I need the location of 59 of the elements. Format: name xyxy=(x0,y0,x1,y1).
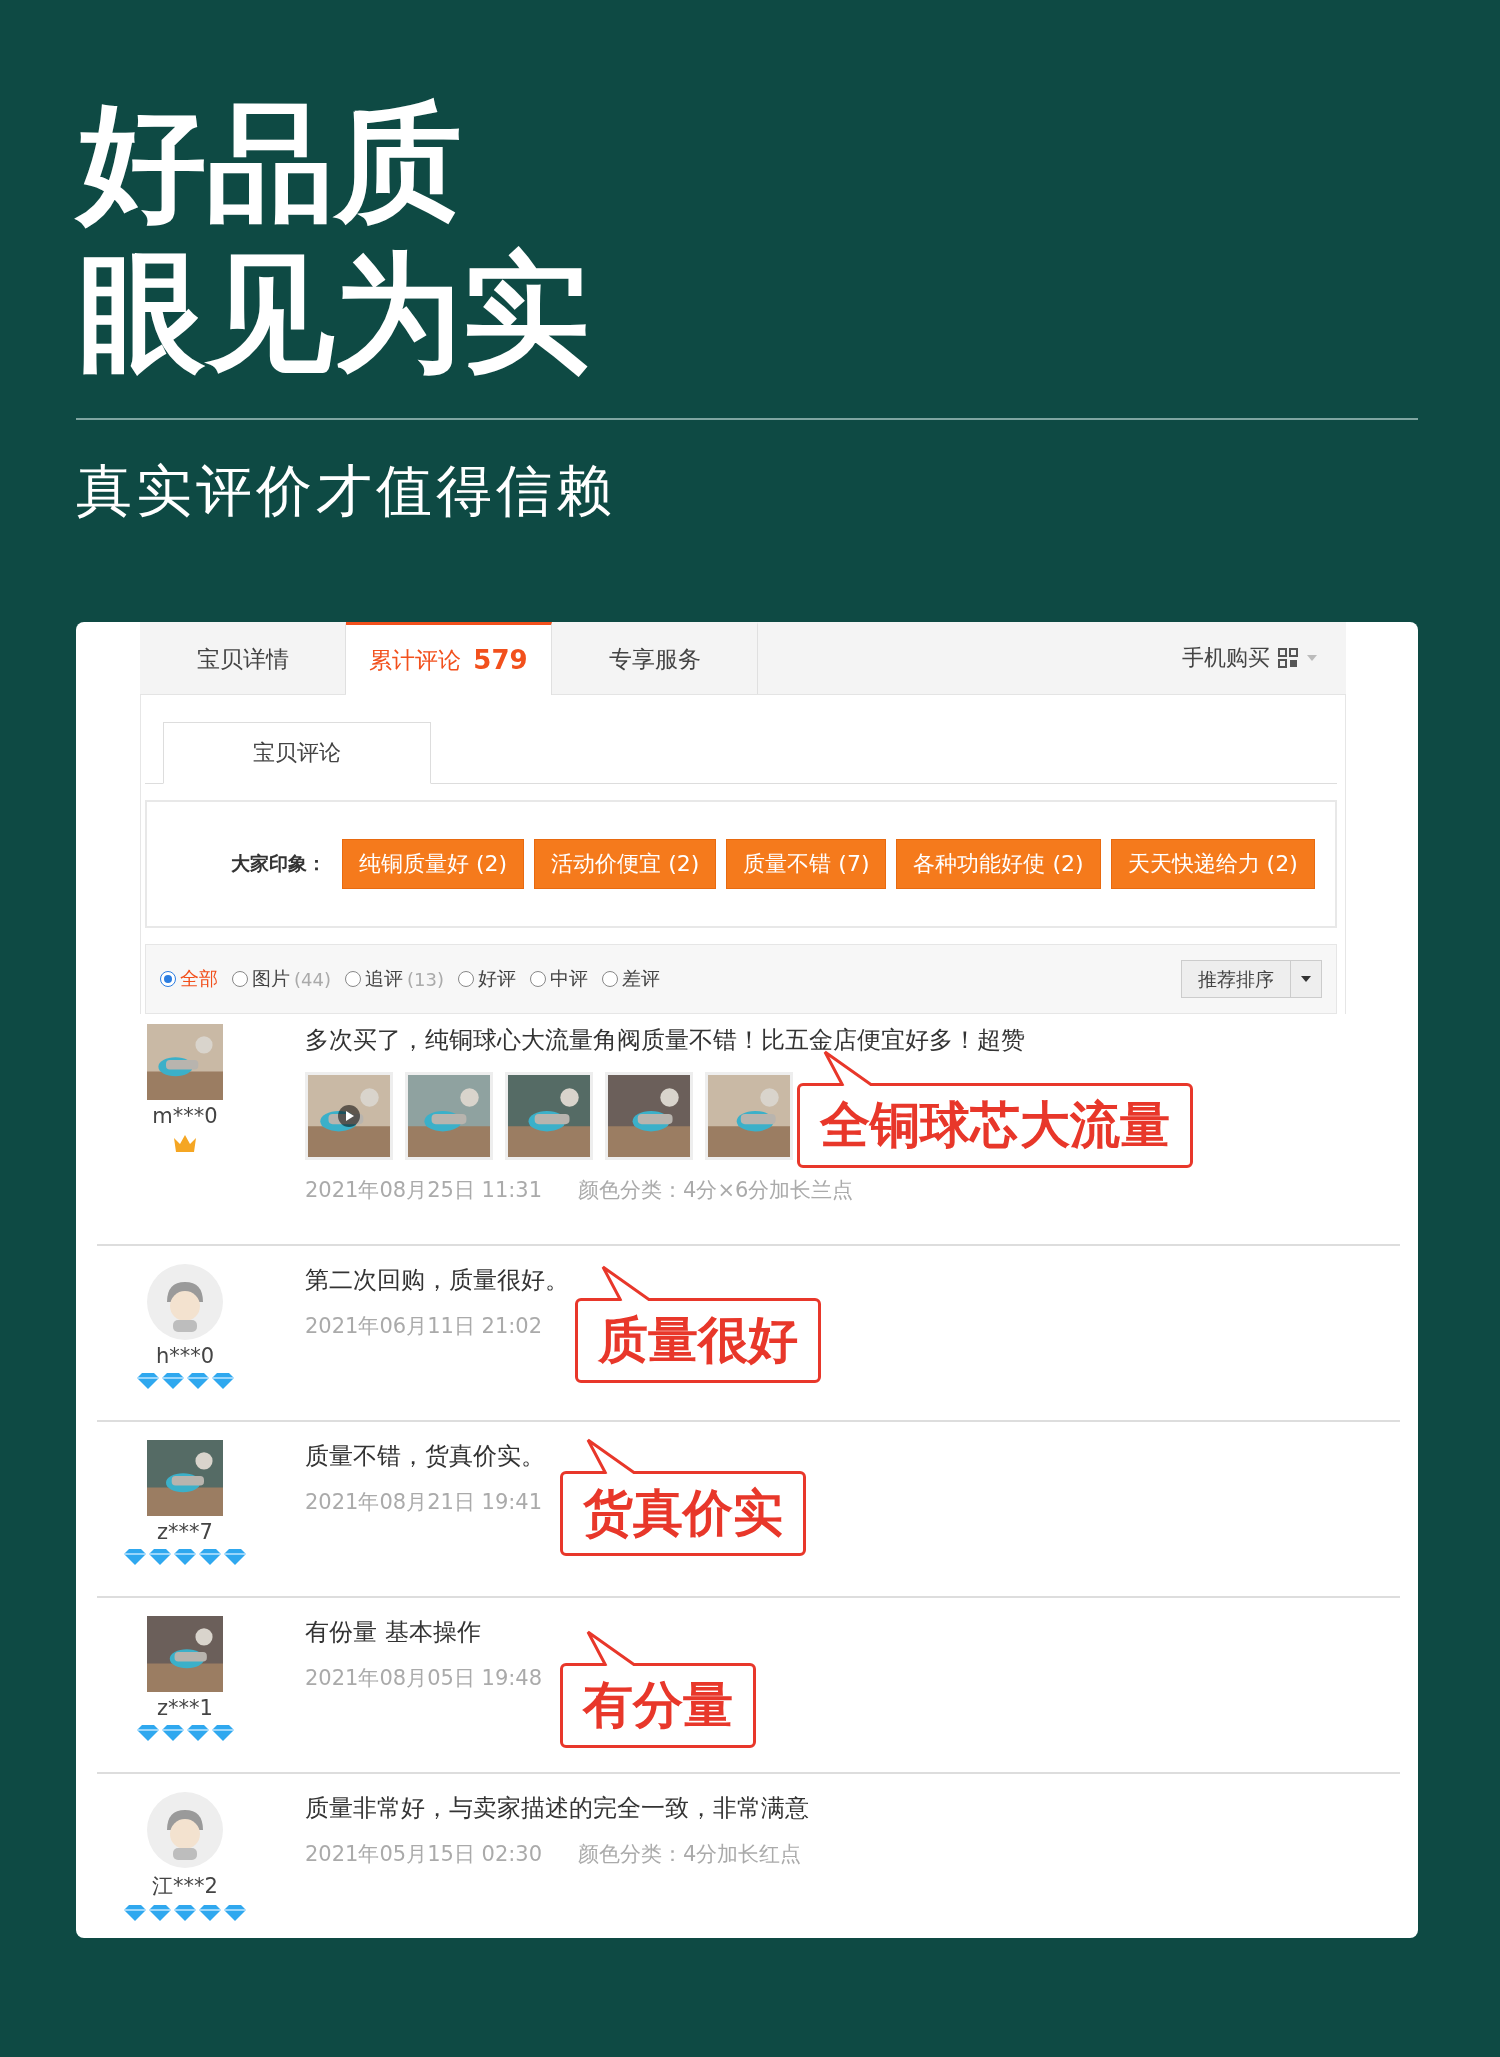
sub-tab[interactable]: 宝贝评论 xyxy=(163,722,431,784)
radio-button[interactable] xyxy=(457,971,474,987)
filter-label[interactable]: 好评 xyxy=(477,966,516,992)
sku-label: 颜色分类：4分×6分加长兰点 xyxy=(578,1177,854,1204)
review-date: 2021年06月11日 21:02 xyxy=(305,1313,543,1340)
review-date: 2021年08月21日 19:41 xyxy=(305,1489,543,1516)
review-text: 质量不错，货真价实。 xyxy=(305,1441,545,1472)
filter-count: (13) xyxy=(406,968,444,990)
diamond-icon xyxy=(148,1904,172,1922)
diamond-icon xyxy=(173,1904,197,1922)
user-name: z***7 xyxy=(157,1520,213,1544)
diamond-icon xyxy=(185,1372,210,1390)
diamond-icon xyxy=(210,1724,235,1742)
sort-dropdown[interactable]: 推荐排序 xyxy=(1181,960,1322,998)
review-text: 质量非常好，与卖家描述的完全一致，非常满意 xyxy=(305,1793,809,1824)
review-date: 2021年05月15日 02:30 xyxy=(305,1841,543,1868)
filter-label[interactable]: 图片 xyxy=(252,966,290,992)
tab[interactable]: 累计评论 579 xyxy=(346,622,552,695)
user-name: m***0 xyxy=(152,1104,218,1128)
sku-label: 颜色分类：4分加长红点 xyxy=(578,1841,802,1868)
diamond-icon xyxy=(173,1548,197,1566)
mobile-buy-link[interactable]: 手机购买 xyxy=(1182,643,1270,673)
radio-button[interactable] xyxy=(232,971,248,987)
diamond-icon xyxy=(148,1548,172,1566)
radio-button[interactable] xyxy=(160,971,176,987)
review-date: 2021年08月25日 11:31 xyxy=(305,1177,543,1204)
filter-label[interactable]: 差评 xyxy=(621,966,660,992)
review-text: 第二次回购，质量很好。 xyxy=(305,1265,569,1296)
subtitle: 真实评价才值得信赖 xyxy=(76,457,617,525)
review-date: 2021年08月05日 19:48 xyxy=(305,1665,543,1692)
review-text: 多次买了，纯铜球心大流量角阀质量不错！比五金店便宜好多！超赞 xyxy=(305,1025,1025,1056)
diamond-icon xyxy=(135,1724,160,1742)
filter-label[interactable]: 追评 xyxy=(364,966,403,992)
diamond-icon xyxy=(198,1904,222,1922)
review-text: 有份量 基本操作 xyxy=(305,1617,481,1648)
filter-label[interactable]: 中评 xyxy=(549,966,588,992)
tab[interactable]: 专享服务 xyxy=(552,622,758,694)
radio-button[interactable] xyxy=(529,971,546,987)
diamond-icon xyxy=(123,1904,147,1922)
diamond-icon xyxy=(223,1548,247,1566)
play-icon[interactable] xyxy=(338,1105,360,1127)
diamond-icon xyxy=(135,1372,160,1390)
caret-icon[interactable] xyxy=(1301,976,1311,982)
diamond-icon xyxy=(198,1548,222,1566)
diamond-icon xyxy=(123,1548,147,1566)
diamond-icon xyxy=(160,1372,185,1390)
impressions-label: 大家印象： xyxy=(231,851,326,876)
user-name: 江***2 xyxy=(152,1873,218,1900)
diamond-icon xyxy=(223,1904,247,1922)
user-name: z***1 xyxy=(157,1696,213,1720)
diamond-icon xyxy=(160,1724,185,1742)
diamond-icon xyxy=(210,1372,235,1390)
headline: 眼见为实 xyxy=(78,238,591,388)
qr-code-icon[interactable] xyxy=(1278,648,1298,668)
radio-button[interactable] xyxy=(601,971,618,987)
diamond-icon xyxy=(185,1724,210,1742)
filter-count: (44) xyxy=(294,968,331,990)
user-name: h***0 xyxy=(155,1344,215,1368)
radio-button[interactable] xyxy=(344,971,361,987)
